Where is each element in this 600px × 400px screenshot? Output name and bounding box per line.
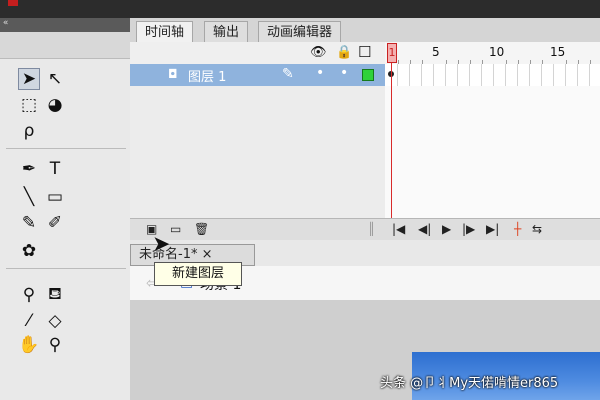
- layer-type-icon: ◘: [168, 67, 178, 81]
- lock-icon[interactable]: 🔒: [336, 45, 352, 60]
- rectangle-tool-icon[interactable]: ▭: [44, 186, 66, 208]
- go-to-last-frame-icon[interactable]: ▶|: [486, 222, 499, 236]
- tool-separator: [6, 268, 126, 269]
- tools-panel-strip: [0, 32, 130, 59]
- tool-separator: [6, 148, 126, 149]
- menu-bar: [0, 0, 600, 18]
- loop-icon[interactable]: ⇆: [532, 222, 542, 236]
- new-folder-icon[interactable]: ▭: [170, 222, 181, 236]
- timeline-panel: 时间轴 输出 动画编辑器 👁 🔒 ☐ ◘ 图层 1 ✎ • • 5 10 15: [130, 18, 600, 241]
- layer-header: 👁 🔒 ☐: [130, 42, 385, 65]
- frame-area-empty: [385, 86, 600, 218]
- 3d-rotation-tool-icon[interactable]: ◕: [44, 94, 66, 116]
- zoom-tool-icon[interactable]: ⚲: [44, 334, 66, 356]
- eraser-tool-icon[interactable]: ◇: [44, 310, 66, 332]
- deco-tool-icon[interactable]: ✿: [18, 240, 40, 262]
- mouse-cursor-icon: ➤: [152, 232, 171, 257]
- layer-row[interactable]: ◘ 图层 1 ✎ • •: [130, 64, 385, 86]
- selection-tool-icon[interactable]: ➤: [18, 68, 40, 90]
- play-icon[interactable]: ▶: [442, 222, 451, 236]
- pencil-tool-icon[interactable]: ✎: [18, 212, 40, 234]
- pen-tool-icon[interactable]: ✒: [18, 158, 40, 180]
- lock-dot-icon[interactable]: •: [340, 65, 348, 81]
- playhead-line: [391, 63, 392, 218]
- ruler-label: 5: [432, 45, 440, 59]
- visibility-dot-icon[interactable]: •: [316, 65, 324, 81]
- tab-output[interactable]: 输出: [204, 21, 249, 42]
- brush-tool-icon[interactable]: ✐: [44, 212, 66, 234]
- step-forward-icon[interactable]: |▶: [462, 222, 475, 236]
- splitter-icon[interactable]: ║: [368, 222, 375, 236]
- text-tool-icon[interactable]: T: [44, 158, 66, 180]
- line-tool-icon[interactable]: ╲: [18, 186, 40, 208]
- eye-icon[interactable]: 👁: [310, 45, 327, 60]
- watermark: 头条 @卩丬My天偌啃情er865: [380, 376, 559, 391]
- outline-color-icon[interactable]: [362, 69, 374, 81]
- subselection-tool-icon[interactable]: ↖: [44, 68, 66, 90]
- new-layer-tooltip: 新建图层: [154, 262, 242, 286]
- tab-timeline[interactable]: 时间轴: [136, 21, 194, 43]
- playhead[interactable]: 1: [387, 43, 397, 63]
- bone-tool-icon[interactable]: ⚲: [18, 284, 40, 306]
- ruler-label: 15: [550, 45, 566, 59]
- frame-ruler[interactable]: 5 10 15: [385, 42, 600, 65]
- tab-motion-editor[interactable]: 动画编辑器: [258, 21, 342, 42]
- delete-layer-icon[interactable]: 🗑: [194, 222, 209, 236]
- tools-panel: « ➤ ↖ ⬚ ◕ ρ ✒ T ╲ ▭ ✎ ✐ ✿ ⚲ ⛾ ⁄ ◇ ✋ ⚲: [0, 18, 130, 400]
- outline-square-icon[interactable]: ☐: [358, 43, 371, 61]
- go-to-first-frame-icon[interactable]: |◀: [392, 222, 405, 236]
- timeline-controls: ▣ ▭ 🗑 ║ |◀ ◀| ▶ |▶ ▶| ┼ ⇆: [130, 218, 600, 241]
- frame-row[interactable]: [385, 64, 600, 87]
- panel-tabs: 时间轴 输出 动画编辑器: [130, 18, 600, 43]
- hand-tool-icon[interactable]: ✋: [18, 334, 40, 356]
- tools-panel-header[interactable]: «: [0, 18, 130, 32]
- layer-name: 图层 1: [188, 70, 227, 85]
- ruler-label: 10: [489, 45, 505, 59]
- app-logo: [8, 0, 18, 6]
- center-frame-icon[interactable]: ┼: [514, 222, 521, 236]
- eyedropper-tool-icon[interactable]: ⁄: [18, 310, 40, 332]
- pencil-icon[interactable]: ✎: [282, 66, 294, 82]
- lasso-tool-icon[interactable]: ρ: [18, 120, 40, 142]
- step-back-icon[interactable]: ◀|: [418, 222, 431, 236]
- paint-bucket-tool-icon[interactable]: ⛾: [44, 284, 66, 306]
- layer-list-empty: [130, 86, 385, 218]
- free-transform-tool-icon[interactable]: ⬚: [18, 94, 40, 116]
